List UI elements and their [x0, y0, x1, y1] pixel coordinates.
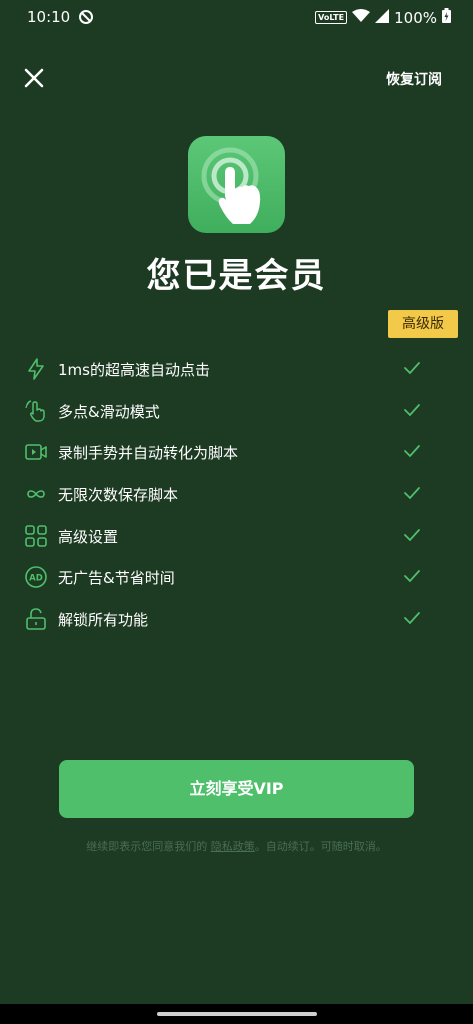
feature-label: 高级设置 [58, 527, 119, 546]
restore-subscription-link[interactable]: 恢复订阅 [386, 69, 442, 89]
feature-label: 无限次数保存脚本 [58, 486, 179, 505]
feature-item: 录制手势并自动转化为脚本 [0, 431, 473, 473]
wifi-icon [352, 8, 371, 27]
feature-item: 1ms的超高速自动点击 [0, 348, 473, 390]
feature-label: 解锁所有功能 [58, 611, 149, 630]
ad-free-icon: AD [25, 566, 47, 589]
close-icon [24, 68, 44, 88]
status-bar: 10:10 VoLTE 100% [0, 0, 473, 34]
battery-icon [442, 8, 451, 27]
close-button[interactable] [20, 64, 48, 92]
check-icon [404, 528, 420, 542]
premium-badge: 高级版 [388, 310, 458, 338]
svg-text:AD: AD [29, 574, 43, 584]
feature-list: 1ms的超高速自动点击 多点&滑动模式 录制手势并自动转化为脚本 无限次数保存脚… [0, 348, 473, 640]
cell-signal-icon [375, 8, 390, 27]
feature-item: AD 无广告&节省时间 [0, 556, 473, 598]
feature-item: 解锁所有功能 [0, 598, 473, 640]
vip-screen: 10:10 VoLTE 100% 恢复订阅 您已是会员 高级版 1ms的超高速自… [0, 0, 473, 1024]
navigation-bar [0, 1004, 473, 1024]
feature-label: 1ms的超高速自动点击 [58, 361, 210, 379]
feature-label: 多点&滑动模式 [58, 402, 160, 421]
legal-text: 继续即表示您同意我们的 隐私政策。自动续订。可随时取消。 [0, 838, 473, 854]
enjoy-vip-button[interactable]: 立刻享受VIP [59, 760, 414, 818]
grid-settings-icon [25, 524, 47, 547]
status-time: 10:10 [27, 8, 71, 26]
check-icon [404, 403, 420, 416]
volte-badge: VoLTE [315, 11, 348, 24]
status-right: VoLTE 100% [315, 8, 451, 27]
check-icon [404, 570, 420, 583]
check-icon [404, 445, 420, 458]
feature-item: 高级设置 [0, 515, 473, 557]
legal-prefix: 继续即表示您同意我们的 [86, 840, 211, 853]
page-title: 您已是会员 [146, 256, 327, 296]
check-icon [404, 362, 420, 375]
feature-item: 多点&滑动模式 [0, 390, 473, 432]
feature-label: 无广告&节省时间 [58, 569, 175, 588]
video-record-icon [25, 444, 47, 461]
unlock-icon [26, 608, 46, 630]
sync-icon [78, 9, 94, 29]
multi-touch-icon [25, 399, 45, 422]
lightning-icon [28, 358, 44, 380]
feature-label: 录制手势并自动转化为脚本 [58, 444, 239, 463]
check-icon [404, 487, 420, 500]
check-icon [404, 612, 420, 625]
legal-suffix: 。自动续订。可随时取消。 [254, 840, 387, 853]
infinity-icon [27, 490, 45, 498]
feature-item: 无限次数保存脚本 [0, 473, 473, 515]
home-gesture-handle[interactable] [157, 1012, 317, 1016]
battery-text: 100% [394, 8, 437, 27]
privacy-policy-link[interactable]: 隐私政策 [211, 840, 255, 853]
tap-hand-icon [188, 136, 285, 233]
